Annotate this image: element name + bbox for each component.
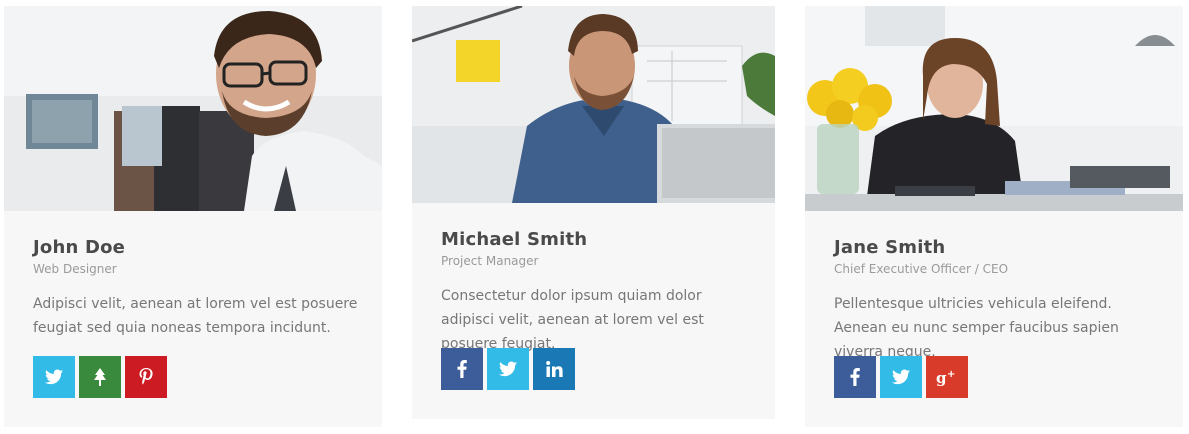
member-role: Project Manager [441,254,539,268]
member-name: John Doe [33,237,126,258]
pinterest-icon [139,368,153,385]
social-links [441,348,575,390]
member-photo [412,6,775,203]
member-photo [4,6,382,211]
google-plus-icon: g + [936,369,955,386]
twitter-icon [45,369,63,385]
member-bio: Pellentesque ultricies vehicula eleifend… [834,296,1119,360]
facebook-button[interactable] [441,348,483,390]
twitter-icon [892,369,910,385]
member-bio: Consectetur dolor ipsum quiam dolor adip… [441,288,704,352]
linkedin-button[interactable] [533,348,575,390]
twitter-button[interactable] [487,348,529,390]
team-card-john-doe: John Doe Web Designer Adipisci velit, ae… [4,6,382,427]
google-plus-button[interactable]: g + [926,356,968,398]
member-role: Web Designer [33,262,117,276]
tree-icon [94,368,106,386]
tree-button[interactable] [79,356,121,398]
twitter-button[interactable] [880,356,922,398]
facebook-icon [457,360,467,378]
member-name: Michael Smith [441,229,588,250]
twitter-icon [499,361,517,377]
member-role: Chief Executive Officer / CEO [834,262,1009,276]
member-name: Jane Smith [834,237,946,258]
member-photo [805,6,1183,211]
twitter-button[interactable] [33,356,75,398]
facebook-icon [850,368,860,386]
linkedin-icon [545,361,563,377]
svg-text:+: + [947,369,955,380]
social-links: g + [834,356,968,398]
team-card-jane-smith: Jane Smith Chief Executive Officer / CEO… [805,6,1183,427]
svg-text:g: g [936,369,947,386]
facebook-button[interactable] [834,356,876,398]
member-bio: Adipisci velit, aenean at lorem vel est … [33,296,358,336]
team-card-michael-smith: Michael Smith Project Manager Consectetu… [412,6,775,419]
social-links [33,356,167,398]
pinterest-button[interactable] [125,356,167,398]
